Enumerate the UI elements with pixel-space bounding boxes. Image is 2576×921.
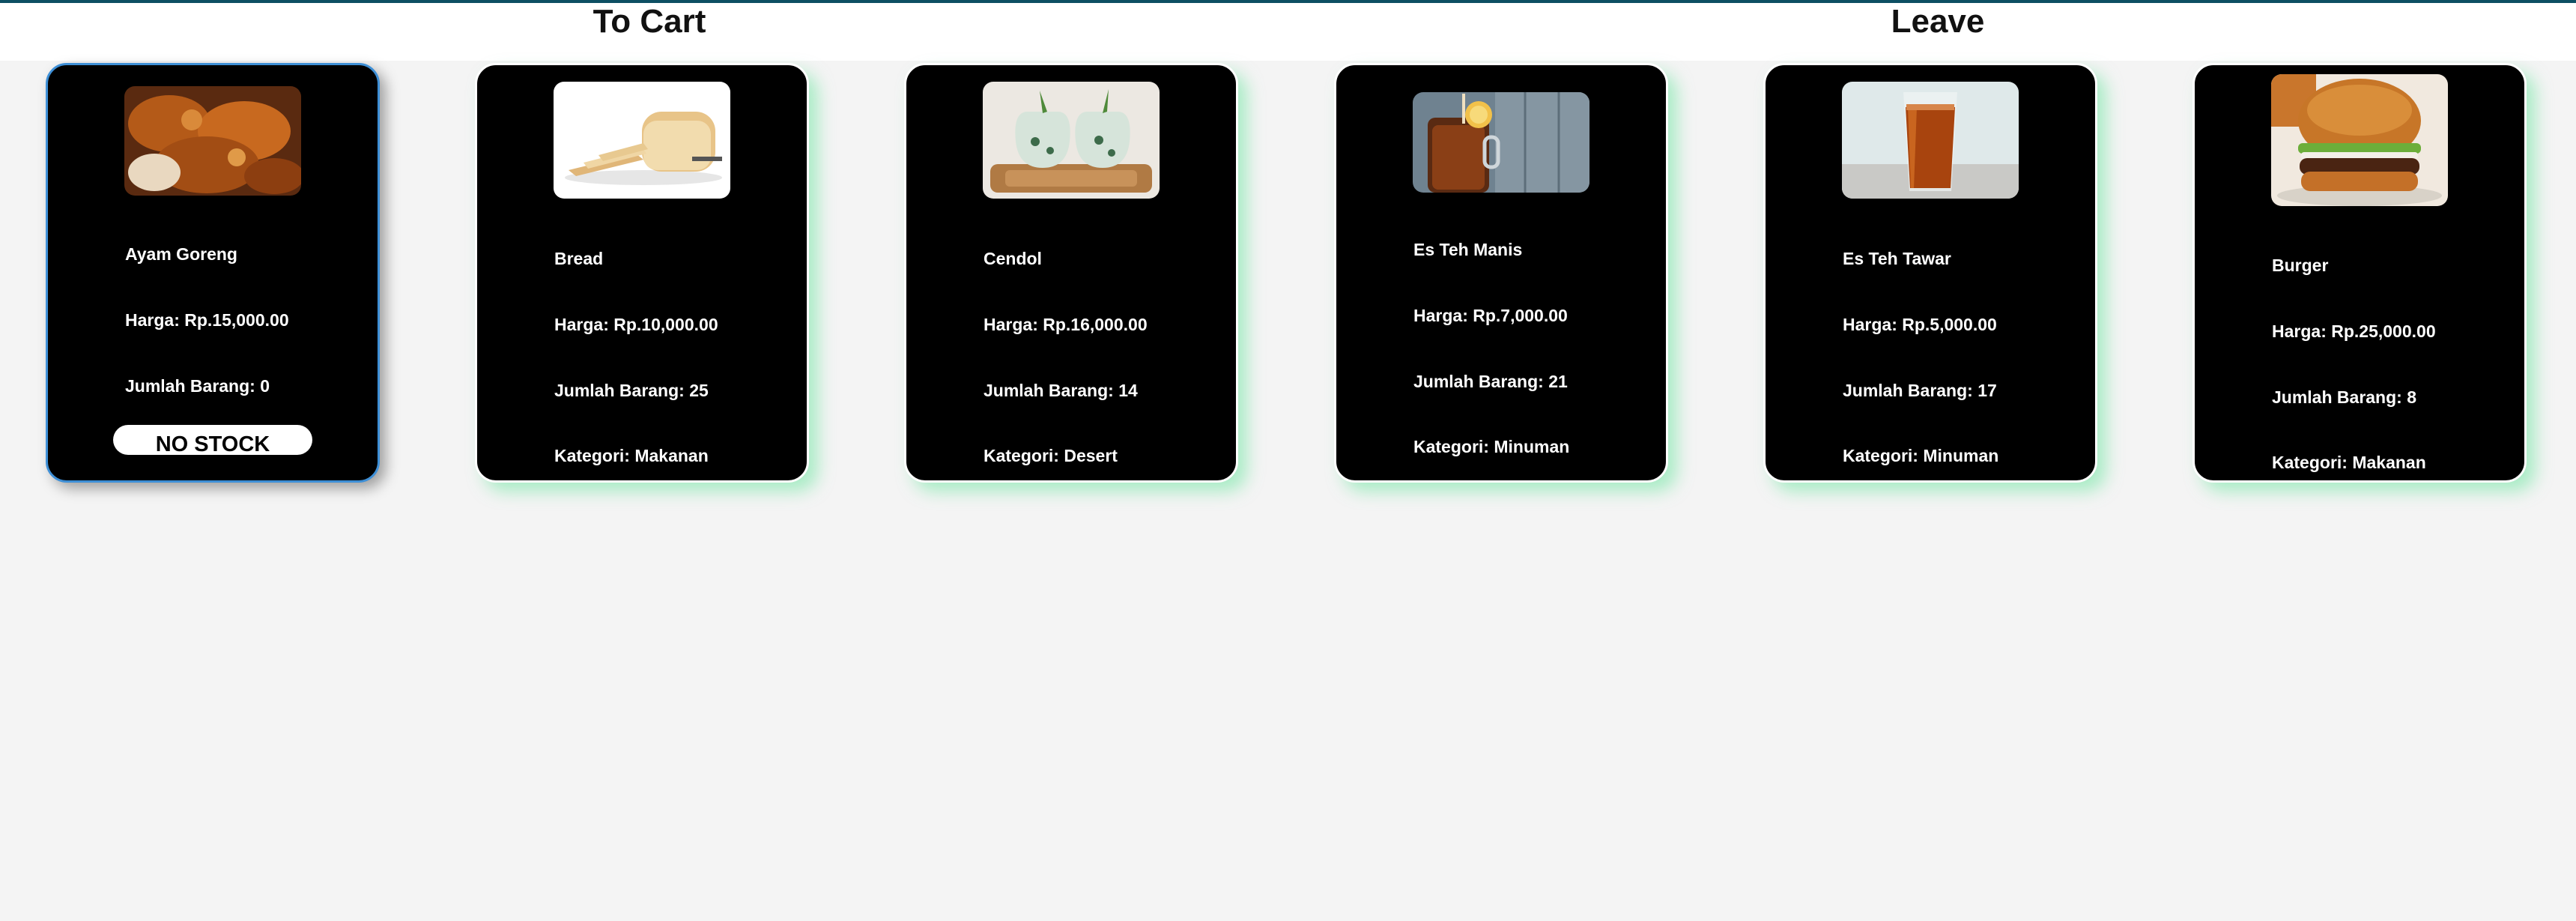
product-name: Bread	[554, 249, 604, 268]
iced-tea-jar-image	[1413, 92, 1589, 193]
product-price: Harga: Rp.10,000.00	[554, 315, 718, 334]
fried-chicken-image	[124, 86, 301, 196]
product-stock: Jumlah Barang: 17	[1843, 381, 1997, 400]
iced-tea-glass-image	[1842, 82, 2019, 199]
no-stock-button[interactable]: NO STOCK	[113, 425, 312, 455]
product-category: Kategori: Minuman	[1843, 446, 1999, 465]
product-stock: Jumlah Barang: 14	[984, 381, 1138, 400]
to-cart-link[interactable]: To Cart	[500, 3, 799, 48]
product-category: Kategori: Desert	[984, 446, 1118, 465]
product-name: Es Teh Tawar	[1843, 249, 1951, 268]
top-nav: To Cart Leave	[0, 3, 2576, 61]
product-card-cendol[interactable]: Cendol Harga: Rp.16,000.00 Jumlah Barang…	[904, 63, 1238, 483]
product-stock: Jumlah Barang: 25	[554, 381, 709, 400]
product-card-bread[interactable]: Bread Harga: Rp.10,000.00 Jumlah Barang:…	[475, 63, 809, 483]
product-card-es-teh-tawar[interactable]: Es Teh Tawar Harga: Rp.5,000.00 Jumlah B…	[1763, 63, 2097, 483]
cendol-image	[983, 82, 1160, 199]
product-name: Es Teh Manis	[1413, 240, 1523, 259]
product-name: Cendol	[984, 249, 1042, 268]
product-price: Harga: Rp.7,000.00	[1413, 306, 1568, 325]
product-price: Harga: Rp.15,000.00	[125, 310, 289, 330]
leave-link[interactable]: Leave	[1788, 3, 2088, 48]
product-card-burger[interactable]: Burger Harga: Rp.25,000.00 Jumlah Barang…	[2192, 63, 2527, 483]
product-name: Ayam Goreng	[125, 244, 237, 264]
product-price: Harga: Rp.5,000.00	[1843, 315, 1997, 334]
product-stock: Jumlah Barang: 8	[2272, 387, 2416, 407]
product-card-ayam-goreng[interactable]: Ayam Goreng Harga: Rp.15,000.00 Jumlah B…	[46, 63, 380, 483]
product-stock: Jumlah Barang: 0	[125, 376, 270, 396]
product-stock: Jumlah Barang: 21	[1413, 372, 1568, 391]
product-price: Harga: Rp.16,000.00	[984, 315, 1148, 334]
product-name: Burger	[2272, 256, 2329, 275]
product-category: Kategori: Makanan	[2272, 453, 2426, 472]
product-category: Kategori: Minuman	[1413, 437, 1570, 456]
burger-image	[2271, 74, 2448, 206]
product-price: Harga: Rp.25,000.00	[2272, 321, 2436, 341]
product-card-es-teh-manis[interactable]: Es Teh Manis Harga: Rp.7,000.00 Jumlah B…	[1334, 63, 1668, 483]
bread-image	[554, 82, 730, 199]
product-category: Kategori: Makanan	[554, 446, 709, 465]
